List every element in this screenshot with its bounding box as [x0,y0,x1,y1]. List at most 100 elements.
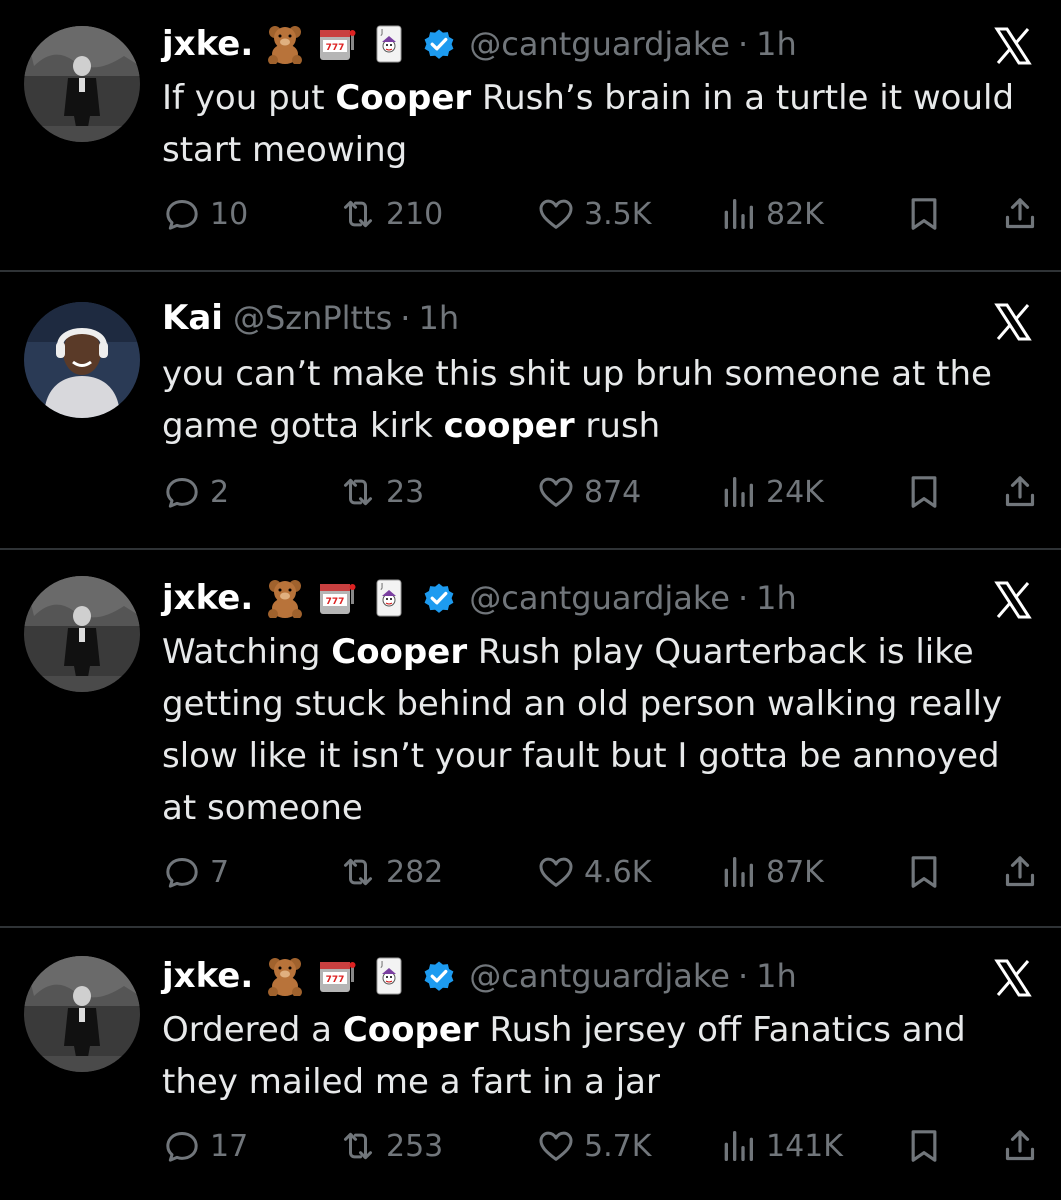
slot-machine-icon: 777 [320,584,356,614]
timestamp[interactable]: 1h [756,25,797,63]
views-button[interactable]: 82K [718,194,824,234]
heart-icon [539,857,573,887]
share-button[interactable] [1000,194,1040,234]
slot-machine-icon: 777 [320,30,356,60]
view-count: 82K [766,196,824,232]
bookmark-button[interactable] [904,852,944,892]
repost-button[interactable]: 282 [338,852,443,892]
x-logo-icon [994,959,1032,997]
reply-count: 7 [210,854,230,890]
heart-icon [539,1131,573,1161]
svg-text:777: 777 [326,597,345,607]
tweet[interactable]: jxke. 777 J @cantguardjak [0,928,1061,1200]
avatar[interactable] [24,26,140,142]
avatar[interactable] [24,576,140,692]
share-button[interactable] [1000,852,1040,892]
separator-dot: · [737,957,749,995]
repost-count: 210 [386,196,444,232]
tweet-text: you can’t make this shit up bruh someone… [162,348,1042,452]
display-name[interactable]: jxke. [162,24,253,64]
timestamp[interactable]: 1h [418,299,459,337]
like-count: 3.5K [584,196,652,232]
repost-count: 282 [386,854,444,890]
view-count: 87K [766,854,824,890]
like-button[interactable]: 4.6K [536,852,651,892]
views-icon [724,199,753,229]
heart-icon [539,477,573,507]
verified-badge-icon[interactable] [421,580,457,616]
like-count: 874 [584,474,642,510]
text-segment-bold: cooper [443,406,575,446]
views-button[interactable]: 87K [718,852,824,892]
x-logo-icon [994,581,1032,619]
tweet[interactable]: jxke. 777 J @cantguardjak [0,0,1061,270]
timestamp[interactable]: 1h [756,579,797,617]
views-icon [724,857,753,887]
reply-icon [166,200,198,230]
verified-badge-icon[interactable] [421,958,457,994]
repost-icon [344,1132,372,1160]
reply-icon [166,858,198,888]
like-button[interactable]: 3.5K [536,194,651,234]
bookmark-button[interactable] [904,194,944,234]
avatar[interactable] [24,302,140,418]
teddy-bear-icon [268,580,303,618]
reply-count: 10 [210,196,249,232]
display-name[interactable]: jxke. [162,956,253,996]
text-segment-bold: Cooper [342,1010,479,1050]
joker-card-icon: J [376,579,402,617]
action-bar: 10 210 3.5K 82K [162,194,1042,234]
bookmark-icon [911,476,937,508]
repost-button[interactable]: 23 [338,472,424,512]
repost-icon [344,858,372,886]
like-count: 4.6K [584,854,652,890]
avatar-photo [24,956,140,1072]
bookmark-icon [911,856,937,888]
x-logo-icon [994,303,1032,341]
svg-text:777: 777 [326,975,345,985]
bookmark-icon [911,1130,937,1162]
repost-button[interactable]: 253 [338,1126,443,1166]
action-bar: 7 282 4.6K 87K [162,852,1042,892]
avatar-photo [24,576,140,692]
user-handle[interactable]: @cantguardjake [469,579,730,617]
views-button[interactable]: 24K [718,472,824,512]
reply-button[interactable]: 7 [162,852,229,892]
display-name[interactable]: jxke. [162,578,253,618]
user-handle[interactable]: @cantguardjake [469,957,730,995]
tweet[interactable]: jxke. 777 J @cantguardjak [0,550,1061,926]
share-button[interactable] [1000,472,1040,512]
avatar[interactable] [24,956,140,1072]
bookmark-icon [911,198,937,230]
views-icon [724,1131,753,1161]
reply-button[interactable]: 10 [162,194,248,234]
joker-card-icon: J [376,957,402,995]
separator-dot: · [737,25,749,63]
reply-button[interactable]: 17 [162,1126,248,1166]
action-bar: 2 23 874 24K [162,472,1042,512]
avatar-photo [24,26,140,142]
share-button[interactable] [1000,1126,1040,1166]
reply-icon [166,478,198,508]
text-segment: Ordered a [162,1010,343,1050]
like-button[interactable]: 5.7K [536,1126,651,1166]
separator-dot: · [737,579,749,617]
text-segment: If you put [162,78,336,118]
user-handle[interactable]: @cantguardjake [469,25,730,63]
reply-button[interactable]: 2 [162,472,229,512]
tweet[interactable]: Kai @SznPltts · 1h you can’t make this s… [0,272,1061,548]
bookmark-button[interactable] [904,472,944,512]
display-name[interactable]: Kai [162,298,223,338]
like-button[interactable]: 874 [536,472,641,512]
timestamp[interactable]: 1h [756,957,797,995]
action-bar: 17 253 5.7K 141K [162,1126,1042,1166]
tweet-header: Kai @SznPltts · 1h [162,290,459,346]
share-icon [1005,1130,1035,1161]
views-button[interactable]: 141K [718,1126,843,1166]
user-handle[interactable]: @SznPltts [233,299,392,337]
bookmark-button[interactable] [904,1126,944,1166]
text-segment: Watching [162,632,332,672]
repost-button[interactable]: 210 [338,194,443,234]
share-icon [1005,198,1035,229]
verified-badge-icon[interactable] [421,26,457,62]
